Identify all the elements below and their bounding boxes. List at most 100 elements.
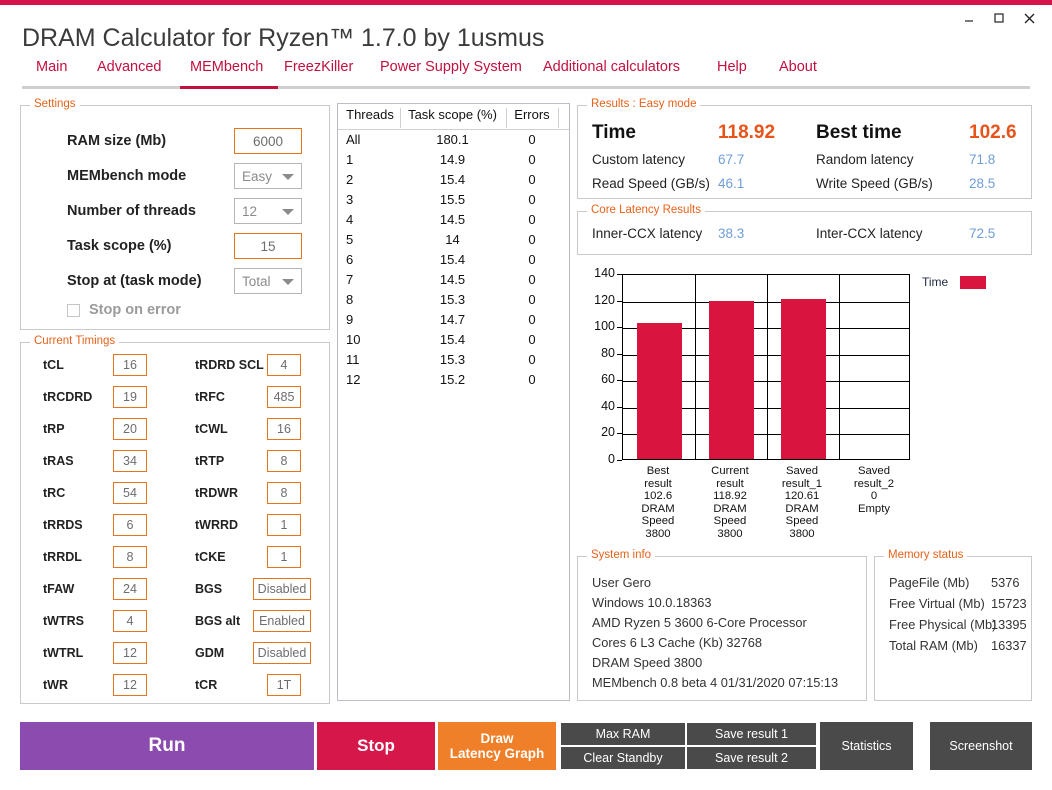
setting-select[interactable]: Total	[234, 268, 302, 294]
table-cell: 0	[508, 212, 556, 227]
memory-status-value: 13395	[991, 617, 1027, 632]
chart-y-tick-mark	[617, 301, 622, 302]
chart-x-tick-line: 3800	[622, 528, 694, 541]
table-row[interactable]: 615.40	[338, 252, 569, 272]
table-row[interactable]: 114.90	[338, 152, 569, 172]
timing-value-input[interactable]: 1T	[267, 674, 301, 696]
timing-label: tCWL	[195, 417, 228, 441]
setting-select-value: Easy	[242, 169, 272, 184]
table-row[interactable]: All180.10	[338, 132, 569, 152]
table-row[interactable]: 1215.20	[338, 372, 569, 392]
timing-value-input[interactable]: Disabled	[253, 642, 311, 664]
read-speed-label: Read Speed (GB/s)	[592, 176, 710, 191]
system-info-line: Windows 10.0.18363	[592, 595, 712, 610]
memory-status-label: Total RAM (Mb)	[889, 638, 978, 653]
chart-x-tick-line: Empty	[838, 503, 910, 516]
timing-value-input[interactable]: Disabled	[253, 578, 311, 600]
table-row[interactable]: 714.50	[338, 272, 569, 292]
setting-input[interactable]: 6000	[234, 128, 302, 154]
draw-latency-graph-button[interactable]: Draw Latency Graph	[438, 722, 556, 770]
timing-row: tRDWR8	[21, 481, 329, 505]
table-cell: 1	[346, 152, 353, 167]
chart-bar	[709, 301, 754, 459]
chart-y-tick-mark	[617, 407, 622, 408]
timing-value-input[interactable]: 16	[267, 418, 301, 440]
close-icon[interactable]	[1014, 6, 1044, 30]
tab-main[interactable]: Main	[36, 59, 67, 81]
table-row[interactable]: 215.40	[338, 172, 569, 192]
table-row[interactable]: 1115.30	[338, 352, 569, 372]
timing-value-input[interactable]: 4	[267, 354, 301, 376]
table-cell: 15.3	[400, 352, 505, 367]
table-row[interactable]: 414.50	[338, 212, 569, 232]
chart-legend-swatch	[960, 276, 986, 289]
threads-table-panel[interactable]: Threads Task scope (%) Errors All180.101…	[337, 103, 570, 701]
statistics-button[interactable]: Statistics	[820, 722, 913, 770]
timing-value-input[interactable]: 1	[267, 546, 301, 568]
random-latency-value: 71.8	[969, 152, 995, 167]
table-row[interactable]: 815.30	[338, 292, 569, 312]
read-speed-value: 46.1	[718, 176, 744, 191]
table-row[interactable]: 914.70	[338, 312, 569, 332]
system-info-line: DRAM Speed 3800	[592, 655, 702, 670]
save-result-2-button[interactable]: Save result 2	[686, 746, 817, 770]
table-cell: 15.5	[400, 192, 505, 207]
timing-label: tRTP	[195, 449, 224, 473]
table-cell: 9	[346, 312, 353, 327]
chart-x-tick-line: Current	[694, 465, 766, 478]
results-legend: Results : Easy mode	[587, 98, 700, 110]
timing-row: tRFC485	[21, 385, 329, 409]
timing-row: BGSDisabled	[21, 577, 329, 601]
setting-input[interactable]: 15	[234, 233, 302, 259]
timing-value-input[interactable]: 485	[267, 386, 301, 408]
chart-y-tick-label: 40	[585, 399, 615, 413]
table-cell: 14.5	[400, 212, 505, 227]
tab-about[interactable]: About	[779, 59, 817, 81]
setting-select[interactable]: Easy	[234, 163, 302, 189]
chart-gridline	[623, 302, 909, 303]
table-cell: 0	[508, 252, 556, 267]
tab-help[interactable]: Help	[717, 59, 747, 81]
clear-standby-button[interactable]: Clear Standby	[560, 746, 686, 770]
column-header-errors: Errors	[508, 107, 556, 122]
tab-membench[interactable]: MEMbench	[190, 59, 263, 81]
timing-value-input[interactable]: 1	[267, 514, 301, 536]
tab-power-supply-system[interactable]: Power Supply System	[380, 59, 522, 81]
chevron-down-icon[interactable]	[282, 174, 294, 180]
chart-y-tick-label: 80	[585, 346, 615, 360]
timing-value-input[interactable]: Enabled	[253, 610, 311, 632]
checkbox-box[interactable]	[67, 304, 80, 317]
table-cell: 0	[508, 272, 556, 287]
chevron-down-icon[interactable]	[282, 209, 294, 215]
run-button[interactable]: Run	[20, 722, 314, 770]
write-speed-value: 28.5	[969, 176, 995, 191]
setting-select[interactable]: 12	[234, 198, 302, 224]
chart-legend: Time	[922, 274, 1027, 292]
timing-label: tRDRD SCL	[195, 353, 264, 377]
timing-value-input[interactable]: 8	[267, 482, 301, 504]
setting-label: MEMbench mode	[67, 161, 186, 191]
tab-freezkiller[interactable]: FreezKiller	[284, 59, 353, 81]
chart-x-tick-line: DRAM	[622, 503, 694, 516]
max-ram-button[interactable]: Max RAM	[560, 722, 686, 746]
table-cell: 14.9	[400, 152, 505, 167]
core-latency-panel: Core Latency Results Inner-CCX latency 3…	[577, 211, 1032, 255]
table-row[interactable]: 315.50	[338, 192, 569, 212]
table-row[interactable]: 1015.40	[338, 332, 569, 352]
screenshot-button[interactable]: Screenshot	[930, 722, 1032, 770]
tab-additional-calculators[interactable]: Additional calculators	[543, 59, 680, 81]
table-cell: 0	[508, 152, 556, 167]
timing-value-input[interactable]: 8	[267, 450, 301, 472]
minimize-icon[interactable]	[954, 6, 984, 30]
table-row[interactable]: 5140	[338, 232, 569, 252]
tab-advanced[interactable]: Advanced	[97, 59, 162, 81]
stop-on-error-checkbox[interactable]: Stop on error	[67, 302, 181, 318]
stop-on-error-label: Stop on error	[89, 302, 181, 318]
chevron-down-icon[interactable]	[282, 279, 294, 285]
maximize-icon[interactable]	[984, 6, 1014, 30]
table-cell: 15.4	[400, 332, 505, 347]
table-cell: 7	[346, 272, 353, 287]
timing-label: tCKE	[195, 545, 226, 569]
save-result-1-button[interactable]: Save result 1	[686, 722, 817, 746]
stop-button[interactable]: Stop	[317, 722, 435, 770]
